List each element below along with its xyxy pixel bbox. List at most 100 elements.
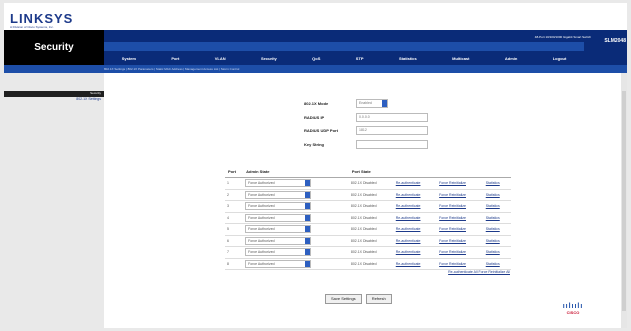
statistics-link[interactable]: Statistics	[486, 250, 500, 254]
admin-state-value: Force Authorized	[248, 215, 275, 220]
reauthenticate-link[interactable]: Re-authenticate	[396, 227, 421, 231]
reauthenticate-link[interactable]: Re-authenticate	[396, 250, 421, 254]
tab-admin[interactable]: Admin	[505, 56, 517, 61]
statistics-link[interactable]: Statistics	[486, 204, 500, 208]
force-reinitialize-link[interactable]: Force Reinitialize	[439, 204, 466, 208]
statistics-link[interactable]: Statistics	[486, 193, 500, 197]
chevron-down-icon	[305, 260, 311, 267]
port-number: 1	[225, 177, 244, 190]
statistics-cell: Statistics	[483, 235, 511, 247]
sidebar-item-8021x-settings[interactable]: 802.1X Settings	[4, 97, 101, 101]
reauthenticate-link[interactable]: Re-authenticate	[396, 181, 421, 185]
chevron-down-icon	[305, 249, 311, 256]
scrollbar-thumb[interactable]	[622, 91, 626, 311]
logo-bar: LINKSYS A Division of Cisco Systems, Inc…	[4, 3, 627, 30]
admin-state-select[interactable]: Force Authorized	[245, 236, 312, 245]
port-number: 6	[225, 235, 244, 247]
admin-state-select[interactable]: Force Authorized	[245, 248, 312, 257]
force-reinitialize-link[interactable]: Force Reinitialize	[439, 239, 466, 243]
radius-port-row: RADIUS UDP Port 1812	[304, 126, 428, 135]
reauthenticate-link[interactable]: Re-authenticate	[396, 239, 421, 243]
statistics-link[interactable]: Statistics	[486, 227, 500, 231]
tab-qos[interactable]: QoS	[312, 56, 320, 61]
force-reinitialize-link[interactable]: Force Reinitialize	[439, 227, 466, 231]
reauthenticate-link[interactable]: Re-authenticate	[396, 262, 421, 266]
tab-system[interactable]: System	[122, 56, 136, 61]
tab-stp[interactable]: STP	[356, 56, 364, 61]
reauthenticate-cell: Re-authenticate	[393, 189, 438, 201]
tab-port[interactable]: Port	[171, 56, 179, 61]
force-reinitialize-cell: Force Reinitialize	[437, 200, 484, 213]
statistics-link[interactable]: Statistics	[486, 216, 500, 220]
force-reinitialize-link[interactable]: Force Reinitialize	[439, 193, 466, 197]
reauthenticate-cell: Re-authenticate	[393, 200, 438, 213]
reauth-all-link[interactable]: Re-authenticate All Force Reinitialize A…	[360, 270, 510, 274]
statistics-cell: Statistics	[483, 177, 511, 190]
tab-vlan[interactable]: VLAN	[215, 56, 226, 61]
reauthenticate-cell: Re-authenticate	[393, 235, 438, 247]
main-tabs: System Port VLAN Security QoS STP Statis…	[104, 51, 584, 65]
reauthenticate-link[interactable]: Re-authenticate	[396, 193, 421, 197]
tab-security[interactable]: Security	[261, 56, 277, 61]
admin-state-select[interactable]: Force Authorized	[245, 179, 312, 188]
mode-label: 802.1X Mode	[304, 101, 329, 106]
key-string-label: Key String	[304, 142, 325, 147]
port-state-cell: 802.1X Disabled	[348, 189, 394, 201]
reauthenticate-link[interactable]: Re-authenticate	[396, 216, 421, 220]
table-row: 1 Force Authorized 802.1X Disabled Re-authe…	[225, 177, 511, 190]
tab-logout[interactable]: Logout	[553, 56, 567, 61]
port-state-cell: 802.1X Disabled	[348, 177, 394, 190]
port-state-cell: 802.1X Disabled	[348, 212, 394, 224]
reauthenticate-cell: Re-authenticate	[393, 212, 438, 224]
key-string-input[interactable]	[356, 140, 428, 149]
admin-state-cell: Force Authorized	[243, 246, 349, 259]
admin-state-select[interactable]: Force Authorized	[245, 213, 312, 222]
table-row: 6 Force Authorized 802.1X Disabled Re-authe…	[225, 235, 511, 247]
force-reinitialize-cell: Force Reinitialize	[437, 223, 484, 236]
port-table: Port Admin State Port State 1 Force Autho…	[225, 165, 511, 270]
force-reinitialize-link[interactable]: Force Reinitialize	[439, 262, 466, 266]
admin-state-value: Force Authorized	[248, 204, 275, 209]
reauthenticate-cell: Re-authenticate	[393, 223, 438, 236]
chevron-down-icon	[382, 100, 387, 107]
reauthenticate-link[interactable]: Re-authenticate	[396, 204, 421, 208]
radius-port-input[interactable]: 1812	[356, 126, 428, 135]
statistics-link[interactable]: Statistics	[486, 262, 500, 266]
cisco-wordmark: CISCO	[566, 310, 580, 315]
table-row: 2 Force Authorized 802.1X Disabled Re-authe…	[225, 189, 511, 201]
admin-state-select[interactable]: Force Authorized	[245, 259, 312, 268]
statistics-link[interactable]: Statistics	[486, 239, 500, 243]
admin-state-value: Force Authorized	[248, 181, 275, 186]
column-header-port: Port	[225, 165, 244, 178]
statistics-cell: Statistics	[483, 200, 511, 213]
column-header-port-state: Port State	[348, 165, 394, 178]
reauthenticate-cell: Re-authenticate	[393, 246, 438, 259]
vertical-scrollbar[interactable]	[621, 73, 627, 328]
sidebar: Security 802.1X Settings	[4, 73, 104, 328]
mode-select[interactable]: Enabled	[356, 99, 388, 108]
admin-state-select[interactable]: Force Authorized	[245, 225, 312, 234]
chevron-down-icon	[305, 191, 311, 198]
admin-state-select[interactable]: Force Authorized	[245, 202, 312, 211]
force-reinitialize-cell: Force Reinitialize	[437, 177, 484, 190]
admin-state-cell: Force Authorized	[243, 189, 349, 201]
statistics-link[interactable]: Statistics	[486, 181, 500, 185]
admin-state-select[interactable]: Force Authorized	[245, 190, 312, 199]
admin-state-value: Force Authorized	[248, 192, 275, 197]
force-reinitialize-link[interactable]: Force Reinitialize	[439, 250, 466, 254]
statistics-cell: Statistics	[483, 189, 511, 201]
breadcrumb-links[interactable]: 802.1X Settings | 802.1X Parameters | St…	[104, 67, 239, 71]
save-settings-button[interactable]: Save Settings	[325, 294, 362, 304]
button-bar: Save Settings Refresh	[325, 294, 392, 304]
force-reinitialize-link[interactable]: Force Reinitialize	[439, 181, 466, 185]
tab-statistics[interactable]: Statistics	[399, 56, 417, 61]
radius-ip-input[interactable]: 0.0.0.0	[356, 113, 428, 122]
port-state-cell: 802.1X Disabled	[348, 258, 394, 270]
force-reinitialize-link[interactable]: Force Reinitialize	[439, 216, 466, 220]
force-reinitialize-cell: Force Reinitialize	[437, 258, 484, 270]
force-reinitialize-cell: Force Reinitialize	[437, 235, 484, 247]
admin-state-cell: Force Authorized	[243, 235, 349, 247]
tab-multicast[interactable]: Multicast	[452, 56, 469, 61]
port-number: 3	[225, 200, 244, 213]
refresh-button[interactable]: Refresh	[365, 294, 392, 304]
